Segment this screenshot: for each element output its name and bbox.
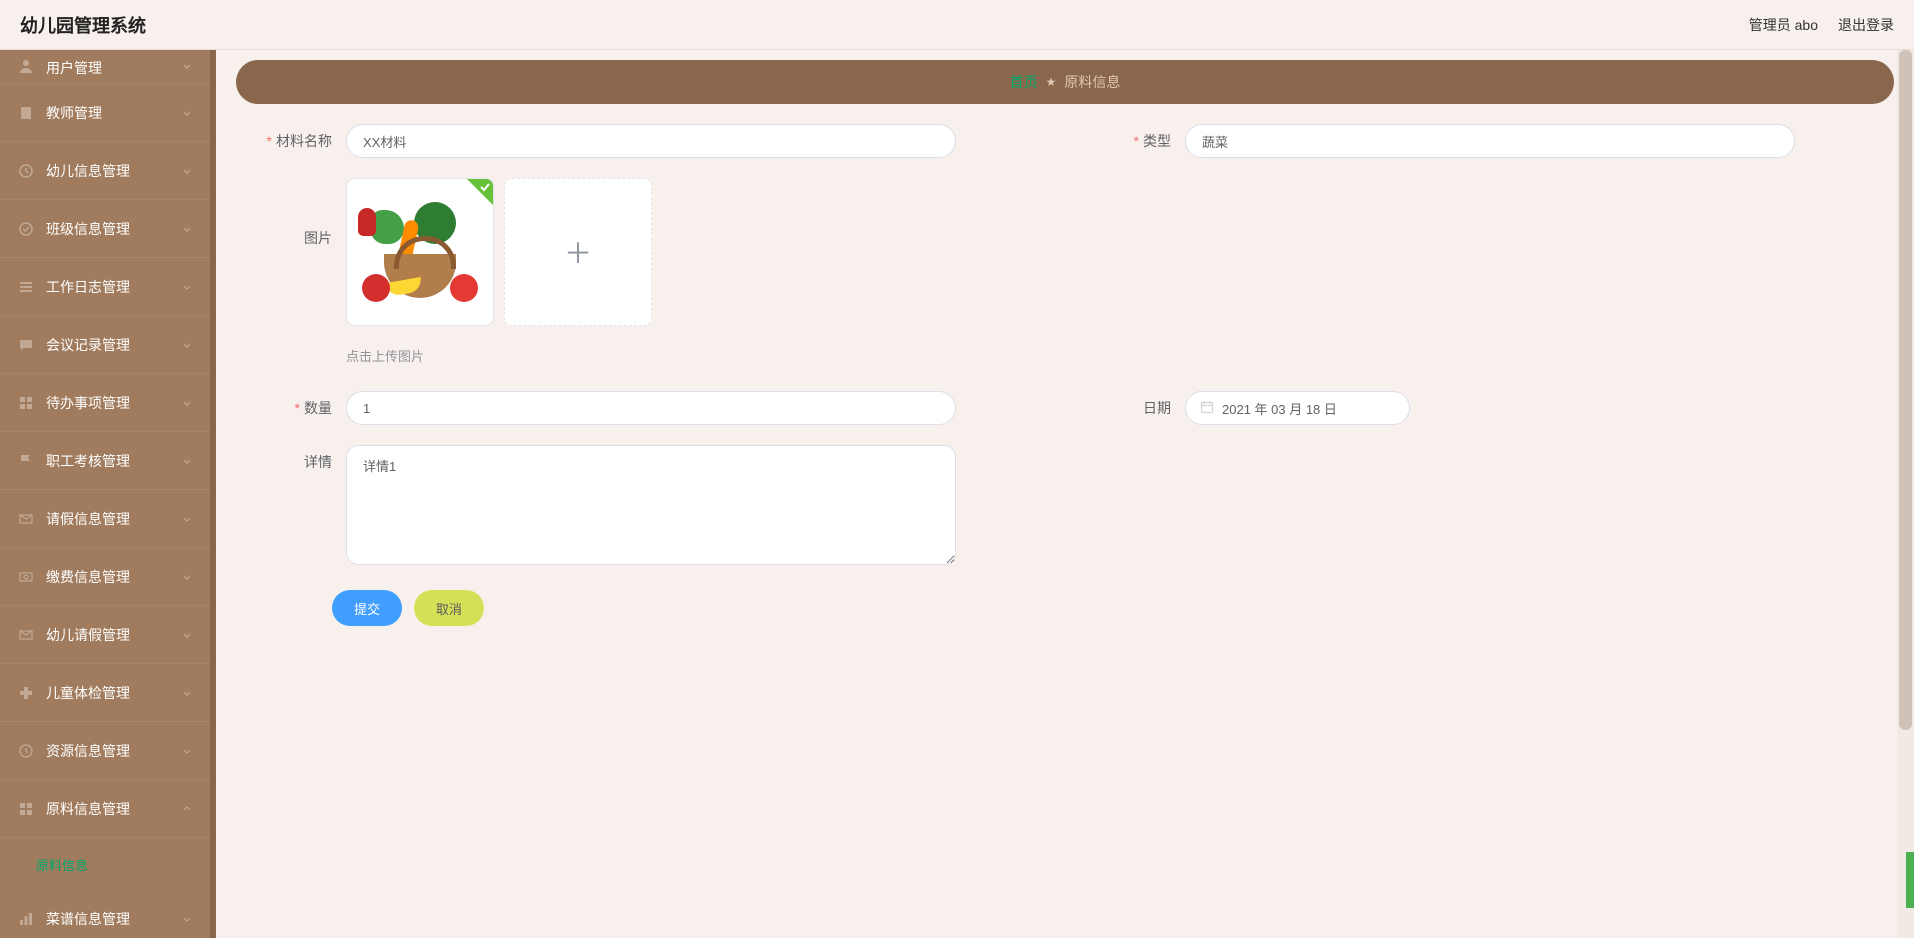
app-title: 幼儿园管理系统: [20, 12, 146, 38]
chevron-down-icon: [182, 58, 192, 74]
check-icon: [467, 179, 493, 205]
cancel-button[interactable]: 取消: [414, 590, 484, 626]
sidebar-item-class-info[interactable]: 班级信息管理: [0, 200, 210, 258]
date-picker[interactable]: 2021 年 03 月 18 日: [1185, 391, 1410, 425]
material-name-label: *材料名称: [256, 124, 346, 158]
chart-icon: [18, 911, 34, 927]
clock-icon: [18, 743, 34, 759]
mail-icon: [18, 511, 34, 527]
chevron-down-icon: [182, 685, 192, 701]
list-icon: [18, 279, 34, 295]
breadcrumb-sep-icon: ★: [1046, 75, 1057, 89]
sidebar-subitem-material-info[interactable]: 原料信息: [0, 838, 210, 890]
chevron-down-icon: [182, 105, 192, 121]
grid-icon: [18, 801, 34, 817]
sidebar-item-payment[interactable]: 缴费信息管理: [0, 548, 210, 606]
admin-user-link[interactable]: 管理员 abo: [1749, 15, 1818, 35]
flag-icon: [18, 453, 34, 469]
type-label: *类型: [1095, 124, 1185, 158]
submit-button[interactable]: 提交: [332, 590, 402, 626]
sidebar-item-resource[interactable]: 资源信息管理: [0, 722, 210, 780]
sidebar-item-label: 请假信息管理: [46, 509, 130, 529]
plus-icon: ＋: [564, 232, 592, 272]
sidebar-item-label: 幼儿信息管理: [46, 161, 130, 181]
sidebar-item-label: 工作日志管理: [46, 277, 130, 297]
chevron-down-icon: [182, 627, 192, 643]
chevron-down-icon: [182, 163, 192, 179]
breadcrumb-current: 原料信息: [1064, 72, 1120, 92]
health-icon: [18, 685, 34, 701]
grid-icon: [18, 395, 34, 411]
chevron-down-icon: [182, 337, 192, 353]
sidebar-item-label: 用户管理: [46, 58, 102, 78]
doc-icon: [18, 105, 34, 121]
upload-tip: 点击上传图片: [346, 346, 1874, 365]
material-form: *材料名称 *类型 图片: [236, 124, 1894, 626]
sidebar-item-meeting[interactable]: 会议记录管理: [0, 316, 210, 374]
breadcrumb-home[interactable]: 首页: [1010, 72, 1038, 92]
quantity-label: *数量: [256, 391, 346, 425]
page-marker: [1906, 852, 1914, 908]
add-image-button[interactable]: ＋: [504, 178, 652, 326]
sidebar-item-label: 资源信息管理: [46, 741, 130, 761]
chevron-down-icon: [182, 743, 192, 759]
sidebar-item-label: 待办事项管理: [46, 393, 130, 413]
chevron-down-icon: [182, 395, 192, 411]
mail-icon: [18, 627, 34, 643]
sidebar-item-recipe[interactable]: 菜谱信息管理: [0, 890, 210, 938]
sidebar-item-teacher-management[interactable]: 教师管理: [0, 84, 210, 142]
chevron-up-icon: [182, 801, 192, 817]
badge-icon: [18, 163, 34, 179]
sidebar-item-worklog[interactable]: 工作日志管理: [0, 258, 210, 316]
sidebar-item-label: 缴费信息管理: [46, 567, 130, 587]
material-name-input[interactable]: [346, 124, 956, 158]
logout-link[interactable]: 退出登录: [1838, 15, 1894, 35]
sidebar-item-label: 班级信息管理: [46, 219, 130, 239]
sidebar-item-assessment[interactable]: 职工考核管理: [0, 432, 210, 490]
chevron-down-icon: [182, 911, 192, 927]
sidebar-item-leave[interactable]: 请假信息管理: [0, 490, 210, 548]
sidebar-item-health[interactable]: 儿童体检管理: [0, 664, 210, 722]
chevron-down-icon: [182, 279, 192, 295]
sidebar-item-user-management[interactable]: 用户管理: [0, 50, 210, 84]
main-content: 首页 ★ 原料信息 *材料名称 *类型 图片: [216, 50, 1914, 938]
sidebar-item-child-info[interactable]: 幼儿信息管理: [0, 142, 210, 200]
date-label: 日期: [1095, 391, 1185, 425]
breadcrumb: 首页 ★ 原料信息: [236, 60, 1894, 104]
sidebar-item-label: 会议记录管理: [46, 335, 130, 355]
vegetable-basket-image: [356, 202, 484, 302]
chat-icon: [18, 337, 34, 353]
money-icon: [18, 569, 34, 585]
chevron-down-icon: [182, 453, 192, 469]
sidebar: 用户管理 教师管理 幼儿信息管理 班级信息管理 工作日志管理 会议记录管理 待办…: [0, 50, 210, 938]
sidebar-item-label: 教师管理: [46, 103, 102, 123]
header: 幼儿园管理系统 管理员 abo 退出登录: [0, 0, 1914, 50]
sidebar-subitem-label: 原料信息: [36, 855, 88, 874]
sidebar-item-child-leave[interactable]: 幼儿请假管理: [0, 606, 210, 664]
chevron-down-icon: [182, 511, 192, 527]
sidebar-item-label: 幼儿请假管理: [46, 625, 130, 645]
sidebar-item-label: 职工考核管理: [46, 451, 130, 471]
badge-icon: [18, 221, 34, 237]
sidebar-item-material[interactable]: 原料信息管理: [0, 780, 210, 838]
scrollbar[interactable]: [1897, 50, 1914, 938]
scrollbar-thumb[interactable]: [1899, 50, 1912, 730]
user-icon: [18, 58, 34, 74]
detail-label: 详情: [256, 445, 346, 479]
image-label: 图片: [256, 178, 346, 298]
sidebar-item-label: 原料信息管理: [46, 799, 130, 819]
type-input[interactable]: [1185, 124, 1795, 158]
chevron-down-icon: [182, 221, 192, 237]
sidebar-item-label: 菜谱信息管理: [46, 909, 130, 929]
detail-textarea[interactable]: [346, 445, 956, 565]
date-value: 2021 年 03 月 18 日: [1222, 399, 1337, 418]
chevron-down-icon: [182, 569, 192, 585]
sidebar-item-todo[interactable]: 待办事项管理: [0, 374, 210, 432]
quantity-input[interactable]: [346, 391, 956, 425]
uploaded-image-thumbnail[interactable]: [346, 178, 494, 326]
sidebar-item-label: 儿童体检管理: [46, 683, 130, 703]
calendar-icon: [1200, 400, 1214, 417]
